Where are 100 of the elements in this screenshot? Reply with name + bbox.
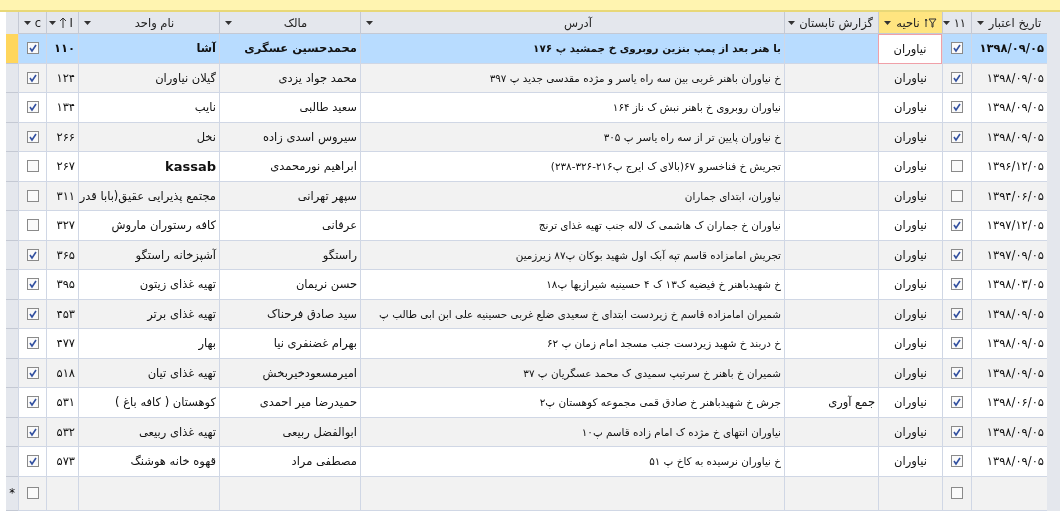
table-cell: نیاوران [878, 181, 942, 211]
table-cell: آشپزخانه راستگو [78, 240, 219, 270]
checkbox[interactable] [26, 101, 39, 114]
table-cell: نیاوران انتهای خ مژده ک امام زاده قاسم پ۱۰ [360, 417, 784, 447]
table-cell: نیاوران [878, 93, 942, 123]
table-cell: نیاوران [878, 329, 942, 359]
checkbox[interactable] [951, 101, 963, 114]
table-cell: ابراهیم نورمحمدی [219, 152, 360, 182]
table-cell: سپهر تهرانی [219, 181, 360, 211]
checkbox[interactable] [951, 337, 963, 350]
checkbox[interactable] [951, 425, 963, 438]
table-cell: تجریش خ فناخسرو ۶۷(بالای ک ایرج پ۲۱۶-۳۲۶-۲۳۸) [360, 152, 784, 182]
checkbox[interactable] [26, 337, 39, 350]
column-header[interactable]: آدرس [360, 12, 784, 34]
table-cell: جمع آوری [784, 388, 878, 418]
column-header[interactable]: نام واحد [78, 12, 219, 34]
table-cell: نیاوران [878, 211, 942, 241]
dropdown-caret-icon[interactable] [84, 20, 91, 25]
table-cell: امیرمسعودخیربخش [219, 358, 360, 388]
table-cell: ۴۷۷ [46, 329, 78, 359]
table-cell: ۱۱۰ [46, 34, 78, 64]
dropdown-caret-icon[interactable] [366, 20, 373, 25]
table-cell: ۱۳۹۸/۰۶/۰۵ [971, 388, 1047, 418]
table-cell: خ نیاوران نرسیده به کاخ پ ۵۱ [360, 447, 784, 477]
table-cell: کوهستان ( کافه باغ ) [78, 388, 219, 418]
table-cell: نیاوران [878, 358, 942, 388]
column-header[interactable]: ناحیه [878, 12, 942, 34]
checkbox[interactable] [26, 248, 39, 261]
checkbox[interactable] [951, 42, 963, 55]
table-cell: ۳۹۵ [46, 270, 78, 300]
column-header[interactable]: I [46, 12, 78, 34]
table-cell: خ شهیدباهنر خ فیضیه ک۱۳ ک ۴ حسینیه شیرازیها پ۱۸ [360, 270, 784, 300]
checkbox[interactable] [26, 219, 39, 232]
table-cell: ۱۳۹۸/۰۳/۰۵ [971, 270, 1047, 300]
checkbox[interactable] [951, 71, 963, 84]
dropdown-caret-icon[interactable] [788, 20, 796, 25]
checkbox[interactable] [951, 130, 963, 143]
table-cell: ۱۳۹۸/۰۹/۰۵ [971, 122, 1047, 152]
table-cell: تهیه غذای ربیعی [78, 417, 219, 447]
checkbox[interactable] [951, 160, 963, 173]
dropdown-caret-icon[interactable] [884, 20, 891, 25]
table-cell: نیاوران [878, 63, 942, 93]
new-record-marker[interactable]: * [6, 476, 18, 511]
table-cell: ۵۱۸ [46, 358, 78, 388]
checkbox[interactable] [26, 425, 39, 438]
dropdown-caret-icon[interactable] [23, 20, 31, 25]
table-cell: ۱۳۹۸/۰۹/۰۵ [971, 299, 1047, 329]
checkbox[interactable] [951, 487, 963, 499]
checkbox[interactable] [26, 42, 39, 55]
table-cell: شمیران امامزاده قاسم خ زیردست ابتدای خ سعیدی ضلع غربی حسینیه علی ابن ابی طالب پ [360, 299, 784, 329]
checkbox[interactable] [26, 278, 39, 291]
table-cell: تهیه غذای برتر [78, 299, 219, 329]
checkbox[interactable] [951, 248, 963, 261]
checkbox[interactable] [951, 366, 963, 379]
table-cell: ۱۳۹۸/۰۹/۰۵ [971, 93, 1047, 123]
checkbox[interactable] [26, 455, 39, 468]
table-cell: عرفانی [219, 211, 360, 241]
checkbox[interactable] [26, 189, 39, 202]
checkbox[interactable] [26, 160, 39, 173]
dropdown-caret-icon[interactable] [225, 20, 232, 25]
table-cell: نیاوران خ جماران ک هاشمی ک لاله جنب تهیه غذای ترنج [360, 211, 784, 241]
column-header[interactable]: c [18, 12, 46, 34]
checkbox[interactable] [951, 455, 963, 468]
checkbox[interactable] [26, 487, 39, 499]
checkbox[interactable] [951, 219, 963, 232]
table-cell: تجریش امامزاده قاسم تپه آبک اول شهید بوکان پ۸۷ زیرزمین [360, 240, 784, 270]
table-cell: kassab [78, 152, 219, 182]
column-header[interactable]: ۱۱ [942, 12, 971, 34]
table-cell: ۳۶۵ [46, 240, 78, 270]
table-cell: ۱۳۹۷/۰۹/۰۵ [971, 240, 1047, 270]
table-cell: بهار [78, 329, 219, 359]
table-cell: خ دربند خ شهید زیردست جنب مسجد امام زمان پ ۶۲ [360, 329, 784, 359]
table-cell: نیاوران [878, 447, 942, 477]
checkbox[interactable] [951, 307, 963, 320]
checkbox[interactable] [26, 71, 39, 84]
table-cell: نیاوران [878, 270, 942, 300]
column-header[interactable]: گزارش تابستان [784, 12, 878, 34]
checkbox[interactable] [26, 307, 39, 320]
table-cell: نیاوران [878, 240, 942, 270]
checkbox[interactable] [951, 396, 963, 409]
table-cell: تهیه غذای تیان [78, 358, 219, 388]
checkbox[interactable] [26, 130, 39, 143]
column-header[interactable]: تاریخ اعتبار [971, 12, 1047, 34]
table-cell: ۱۲۴ [46, 63, 78, 93]
checkbox[interactable] [26, 366, 39, 379]
table-cell: ۱۳۹۸/۰۹/۰۵ [971, 329, 1047, 359]
dropdown-caret-icon[interactable] [943, 20, 950, 25]
checkbox[interactable] [26, 396, 39, 409]
dropdown-caret-icon[interactable] [977, 20, 984, 25]
table-cell: ۱۳۹۸/۰۹/۰۵ [971, 417, 1047, 447]
checkbox[interactable] [951, 278, 963, 291]
table-cell: ۱۳۹۸/۰۹/۰۵ [971, 63, 1047, 93]
table-cell: حمیدرضا میر احمدی [219, 388, 360, 418]
table-cell: سیروس اسدی زاده [219, 122, 360, 152]
table-cell: خ نیاوران باهنر غربی بین سه راه یاسر و مژده مقدسی جدید پ ۳۹۷ [360, 63, 784, 93]
table-cell: نیاوران [878, 388, 942, 418]
column-header[interactable]: مالک [219, 12, 360, 34]
table-cell: ۴۵۳ [46, 299, 78, 329]
dropdown-caret-icon[interactable] [48, 20, 56, 25]
checkbox[interactable] [951, 189, 963, 202]
